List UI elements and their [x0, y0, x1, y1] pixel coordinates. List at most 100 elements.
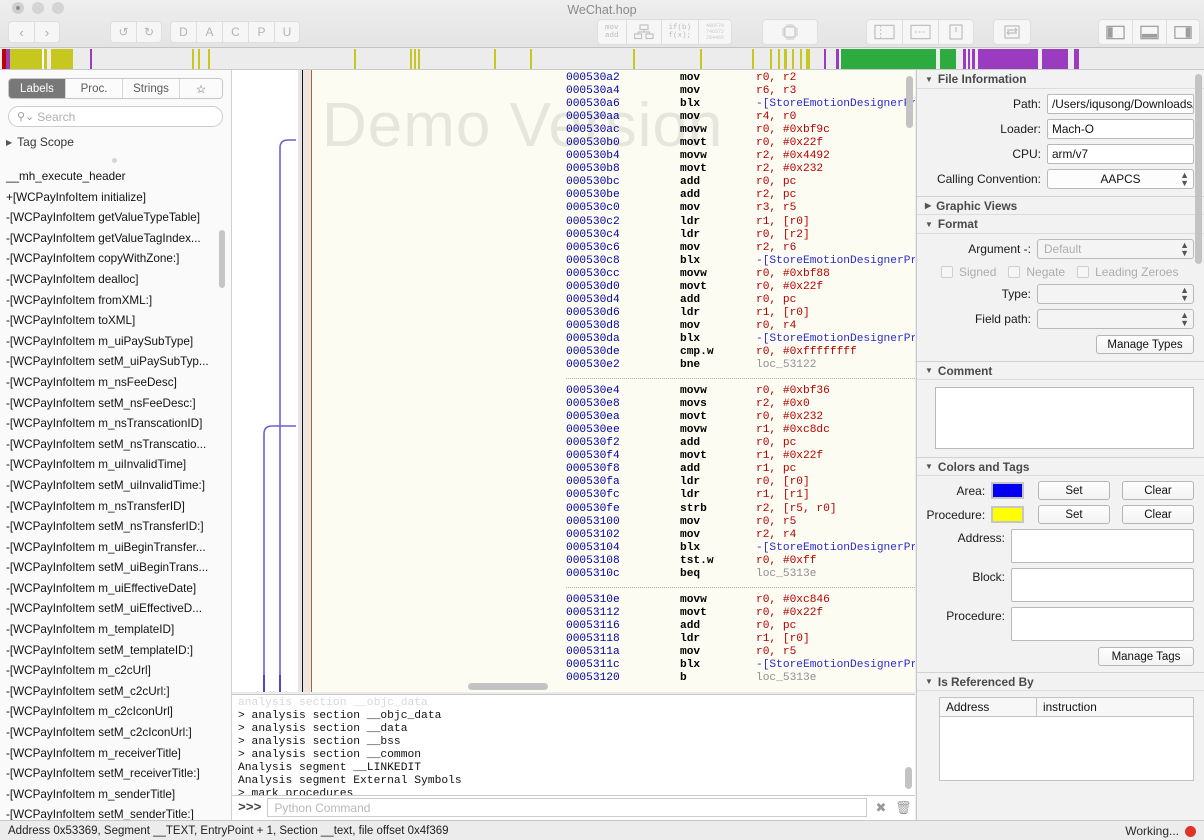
sidebar-right-icon[interactable] — [1166, 19, 1200, 45]
segment-block[interactable] — [1074, 49, 1079, 69]
code-row[interactable]: 000530beaddr2, pc; obj — [312, 189, 915, 202]
panel-layout-group[interactable] — [866, 19, 974, 45]
tab-proc[interactable]: Proc. — [66, 79, 123, 98]
file-information-header[interactable]: ▼ File Information — [917, 70, 1204, 89]
list-item[interactable]: -[WCPayInfoItem m_uiInvalidTime] — [0, 455, 232, 476]
code-row[interactable]: 0005310c beq loc_5313e — [312, 568, 915, 581]
code-row[interactable]: 00053108 tst.w r0, #0xff — [312, 555, 915, 568]
list-item[interactable]: -[WCPayInfoItem setM_templateID:] — [0, 641, 232, 662]
segment-block[interactable] — [940, 49, 956, 69]
block-tag-field[interactable] — [1011, 568, 1194, 602]
code-row[interactable]: 000530faldrr0, [r0]; obj — [312, 476, 915, 489]
segment-block[interactable] — [770, 49, 772, 69]
segment-block[interactable] — [836, 49, 839, 69]
code-row[interactable]: 000530c4ldrr0, [r2]; obj — [312, 229, 915, 242]
segment-map[interactable] — [0, 48, 1204, 70]
code-row[interactable]: 00053112movtr0, #0x22f; @sel — [312, 607, 915, 620]
graph-view-button[interactable] — [625, 19, 661, 45]
procedure-tag-field[interactable] — [1011, 607, 1194, 641]
format-header[interactable]: ▼ Format — [917, 215, 1204, 234]
procedure-clear-button[interactable]: Clear — [1122, 505, 1194, 524]
area-set-button[interactable]: Set — [1038, 481, 1110, 500]
segment-block[interactable] — [824, 49, 826, 69]
code-row[interactable]: 000530d0movtr0, #0x22f; @sel — [312, 281, 915, 294]
tag-scope-disclosure[interactable]: ▶ Tag Scope — [6, 135, 231, 149]
tab-strings[interactable]: Strings — [123, 79, 180, 98]
list-item[interactable]: -[WCPayInfoItem getValueTypeTable] — [0, 208, 232, 229]
right-inspector[interactable]: ▼ File Information Path: /Users/iqusong/… — [916, 70, 1204, 820]
code-row[interactable]: 000530f4movtr1, #0x22f; @sel — [312, 450, 915, 463]
segment-block[interactable] — [792, 49, 794, 69]
compare-icon[interactable] — [993, 19, 1031, 45]
comment-textarea[interactable] — [935, 387, 1194, 449]
code-row[interactable]: 000530aa mov r4, r0 — [312, 111, 915, 124]
list-item[interactable]: -[WCPayInfoItem setM_nsFeeDesc:] — [0, 394, 232, 415]
code-row[interactable]: 0005311c blx -[StoreEmotionDesignerProfile… — [312, 659, 915, 672]
segment-block[interactable] — [494, 49, 496, 69]
console-scrollbar[interactable] — [905, 767, 912, 789]
comment-header[interactable]: ▼ Comment — [917, 361, 1204, 380]
segment-block[interactable] — [806, 49, 810, 69]
sidebar-bottom-icon[interactable] — [1132, 19, 1166, 45]
mode-a-button[interactable]: A — [196, 21, 222, 43]
list-item[interactable]: -[WCPayInfoItem m_uiPaySubType] — [0, 332, 232, 353]
list-item[interactable]: -[WCPayInfoItem setM_uiEffectiveD... — [0, 599, 232, 620]
code-row[interactable]: 00053116addr0, pc; @sel — [312, 620, 915, 633]
list-item[interactable]: +[WCPayInfoItem initialize] — [0, 188, 232, 209]
leading-zeroes-checkbox[interactable] — [1077, 266, 1090, 278]
cpu-group[interactable] — [762, 19, 818, 45]
sidebar-layout-group[interactable] — [1098, 19, 1200, 45]
list-item[interactable]: -[WCPayInfoItem m_c2cIconUrl] — [0, 702, 232, 723]
code-row[interactable]: 000530a4 mov r6, r3 — [312, 85, 915, 98]
segment-block[interactable] — [841, 49, 936, 69]
mode-d-button[interactable]: D — [170, 21, 196, 43]
segment-block[interactable] — [530, 49, 532, 69]
instruction-operands[interactable]: -[StoreEmotionDesignerProfileViewControl… — [756, 542, 915, 555]
segment-block[interactable] — [800, 49, 802, 69]
list-item[interactable]: -[WCPayInfoItem m_nsTransferID] — [0, 497, 232, 518]
code-row[interactable]: 000530f2addr0, pc; obj — [312, 437, 915, 450]
instruction-operands[interactable]: -[StoreEmotionDesignerProfileViewControl… — [756, 659, 915, 672]
code-listing[interactable]: Demo Version 000530a2 mov r0, r2 000530a4 mo… — [312, 70, 915, 692]
is-referenced-by-header[interactable]: ▼ Is Referenced By — [917, 672, 1204, 691]
cpu-button[interactable] — [762, 19, 818, 45]
back-button[interactable]: ‹ — [8, 21, 34, 43]
list-item[interactable]: -[WCPayInfoItem m_nsTranscationID] — [0, 414, 232, 435]
list-item[interactable]: -[WCPayInfoItem setM_uiPaySubTyp... — [0, 352, 232, 373]
disassembly-view[interactable]: Demo Version 000530a2 mov r0, r2 000530a4 mo… — [232, 70, 915, 692]
calling-convention-select[interactable]: AAPCS ▲ ▼ — [1047, 169, 1194, 189]
code-row[interactable]: 000530a6 blx -[StoreEmotionDesignerProfile… — [312, 98, 915, 111]
forward-button[interactable]: › — [34, 21, 60, 43]
mode-u-button[interactable]: U — [274, 21, 300, 43]
code-row[interactable]: 00053102 mov r2, r4 — [312, 529, 915, 542]
colors-and-tags-header[interactable]: ▼ Colors and Tags — [917, 457, 1204, 476]
list-item[interactable]: -[WCPayInfoItem m_nsFeeDesc] — [0, 373, 232, 394]
segment-block[interactable] — [418, 49, 420, 69]
code-rows[interactable]: 000530a2 mov r0, r2 000530a4 mov r6, r3 000530… — [312, 70, 915, 685]
code-row[interactable]: 000530a2 mov r0, r2 — [312, 72, 915, 85]
python-command-input[interactable]: Python Command — [267, 798, 867, 817]
code-row[interactable]: 00053120 b loc_5313e — [312, 672, 915, 685]
view-mode-group[interactable]: mov add if(b) f(x); 486F70 746572 284465 — [597, 19, 733, 45]
list-item[interactable]: -[WCPayInfoItem setM_c2cUrl:] — [0, 682, 232, 703]
mode-group[interactable]: D A C P U — [170, 21, 300, 43]
path-field[interactable]: /Users/iqusong/Downloads/WeChat — [1047, 94, 1194, 114]
list-item[interactable]: -[WCPayInfoItem dealloc] — [0, 270, 232, 291]
panel-left-icon[interactable] — [866, 19, 902, 45]
pseudocode-view-button[interactable]: if(b) f(x); — [660, 19, 699, 45]
labels-list[interactable]: __mh_execute_header +[WCPayInfoItem initi… — [0, 167, 232, 820]
code-row[interactable]: 000530bcaddr0, pc; @sel — [312, 176, 915, 189]
code-row[interactable]: 00053118ldrr1, [r0]; "che — [312, 633, 915, 646]
code-row[interactable]: 000530eamovtr0, #0x232; :upp — [312, 411, 915, 424]
segment-block[interactable] — [978, 49, 1038, 69]
console-prompt-row[interactable]: >>> Python Command ✖ 🗑 — [232, 795, 915, 819]
list-item[interactable]: -[WCPayInfoItem setM_uiInvalidTime:] — [0, 476, 232, 497]
list-item[interactable]: __mh_execute_header — [0, 167, 232, 188]
undo-icon[interactable]: ↺ — [110, 21, 136, 43]
code-row[interactable]: 000530d8 mov r0, r4 — [312, 320, 915, 333]
segment-block[interactable] — [10, 49, 42, 69]
references-table[interactable]: Address instruction — [939, 697, 1194, 781]
segment-block[interactable] — [700, 49, 702, 69]
segment-block[interactable] — [778, 49, 780, 69]
segment-block[interactable] — [963, 49, 966, 69]
